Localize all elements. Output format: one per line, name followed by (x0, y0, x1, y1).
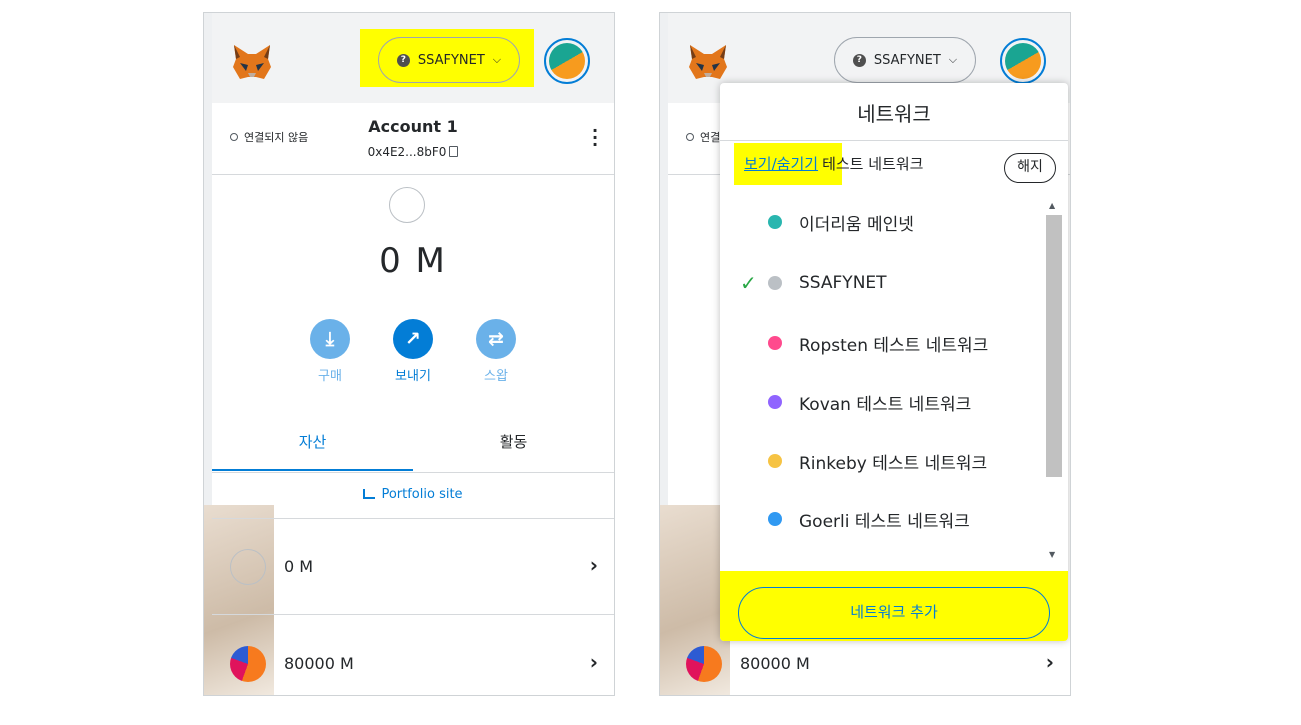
network-name: Goerli 테스트 네트워크 (799, 511, 970, 532)
metamask-fox-icon[interactable] (232, 43, 272, 81)
connection-status-label: 연결 (700, 131, 721, 144)
network-selector-button[interactable]: ? SSAFYNET ⌵ (834, 37, 976, 83)
pie-token-icon (230, 646, 266, 682)
scroll-down-icon[interactable]: ▼ (1049, 550, 1055, 559)
chevron-down-icon: ⌵ (948, 53, 958, 66)
network-name: 이더리움 메인넷 (799, 214, 914, 235)
app-header: ? SSAFYNET ⌵ (212, 13, 614, 103)
connection-status[interactable]: 연결 (686, 129, 720, 145)
wallet-home-panel: ? SSAFYNET ⌵ 연결되지 않음 Account 1 0x4E2...8… (203, 12, 615, 696)
account-address: 0x4E2...8bF0 (367, 145, 447, 159)
avatar (549, 43, 585, 79)
asset-value: 80000 M (284, 654, 354, 673)
send-action[interactable]: ↗ 보내기 (383, 319, 443, 384)
network-list: 이더리움 메인넷 ✓ SSAFYNET Ropsten 테스트 네트워크 Kov… (720, 193, 1046, 559)
status-circle-icon (686, 133, 694, 141)
avatar (1005, 43, 1041, 79)
chevron-right-icon: › (589, 650, 598, 674)
network-item-rinkeby[interactable]: Rinkeby 테스트 네트워크 (720, 432, 1046, 490)
empty-token-icon (230, 549, 266, 585)
show-hide-test-networks-link[interactable]: 보기/숨기기 (744, 153, 818, 174)
account-name: Account 1 (368, 117, 458, 136)
network-label: SSAFYNET (417, 52, 485, 68)
tab-activity[interactable]: 활동 (413, 411, 614, 471)
asset-row[interactable]: 80000 M › (212, 616, 614, 695)
send-label: 보내기 (395, 369, 431, 384)
show-hide-suffix: 테스트 네트워크 (822, 155, 924, 173)
network-name: Ropsten 테스트 네트워크 (799, 335, 989, 356)
network-list-scrollbar[interactable]: ▲ ▼ (1046, 199, 1062, 559)
network-dot-icon (768, 215, 782, 229)
network-name: Kovan 테스트 네트워크 (799, 394, 972, 415)
account-options-icon[interactable]: · · · (592, 123, 598, 153)
network-dot-icon (768, 512, 782, 526)
download-icon: ⤓ (310, 319, 350, 359)
network-item-ropsten[interactable]: Ropsten 테스트 네트워크 (720, 314, 1046, 372)
network-name: SSAFYNET (799, 273, 887, 293)
account-avatar-button[interactable] (544, 38, 590, 84)
swap-icon: ⇄ (476, 319, 516, 359)
network-selector-button[interactable]: ? SSAFYNET ⌵ (378, 37, 520, 83)
show-hide-row: 보기/숨기기 테스트 네트워크 (744, 153, 923, 174)
asset-value: 0 M (284, 557, 314, 576)
pie-token-icon (686, 646, 722, 682)
asset-row[interactable]: 0 M › (212, 519, 614, 615)
network-item-goerli[interactable]: Goerli 테스트 네트워크 (720, 490, 1046, 548)
question-icon: ? (396, 53, 410, 67)
swap-action[interactable]: ⇄ 스왑 (466, 319, 526, 384)
token-icon (389, 187, 425, 223)
network-menu-panel: ? SSAFYNET ⌵ 연결 80000 M › 네트워크 보기/숨기기 테스… (659, 12, 1071, 696)
network-label: SSAFYNET (873, 52, 941, 68)
portfolio-link-label: Portfolio site (381, 487, 463, 502)
check-icon: ✓ (740, 271, 757, 295)
asset-value: 80000 M (740, 654, 810, 673)
metamask-fox-icon[interactable] (688, 43, 728, 81)
network-name: Rinkeby 테스트 네트워크 (799, 453, 988, 474)
tab-assets[interactable]: 자산 (212, 411, 413, 471)
account-address-button[interactable]: 0x4E2...8bF0 (212, 145, 614, 159)
account-bar: 연결되지 않음 Account 1 0x4E2...8bF0 · · · (212, 103, 614, 175)
scrollbar-thumb[interactable] (1046, 215, 1062, 477)
dropdown-title: 네트워크 (720, 83, 1068, 141)
network-dot-icon (768, 395, 782, 409)
network-dot-icon (768, 276, 782, 290)
network-dropdown: 네트워크 보기/숨기기 테스트 네트워크 해지 이더리움 메인넷 ✓ SSAFY… (720, 83, 1068, 641)
add-network-button[interactable]: 네트워크 추가 (738, 587, 1050, 639)
network-item-mainnet[interactable]: 이더리움 메인넷 (720, 193, 1046, 251)
hide-button[interactable]: 해지 (1004, 153, 1056, 183)
buy-label: 구매 (318, 369, 342, 384)
chevron-right-icon: › (589, 553, 598, 577)
network-dot-icon (768, 454, 782, 468)
chevron-right-icon: › (1045, 650, 1054, 674)
scroll-up-icon[interactable]: ▲ (1049, 201, 1055, 210)
portfolio-site-link[interactable]: Portfolio site (212, 475, 614, 519)
swap-label: 스왑 (484, 369, 508, 384)
chart-icon (363, 489, 376, 499)
network-item-ssafynet[interactable]: ✓ SSAFYNET (720, 254, 1046, 312)
account-avatar-button[interactable] (1000, 38, 1046, 84)
network-item-kovan[interactable]: Kovan 테스트 네트워크 (720, 373, 1046, 431)
arrow-up-right-icon: ↗ (393, 319, 433, 359)
chevron-down-icon: ⌵ (492, 53, 502, 66)
asset-tabs: 자산 활동 (212, 411, 614, 473)
copy-icon (449, 146, 459, 157)
question-icon: ? (852, 53, 866, 67)
balance-amount: 0 M (379, 241, 447, 281)
buy-action[interactable]: ⤓ 구매 (300, 319, 360, 384)
network-dot-icon (768, 336, 782, 350)
